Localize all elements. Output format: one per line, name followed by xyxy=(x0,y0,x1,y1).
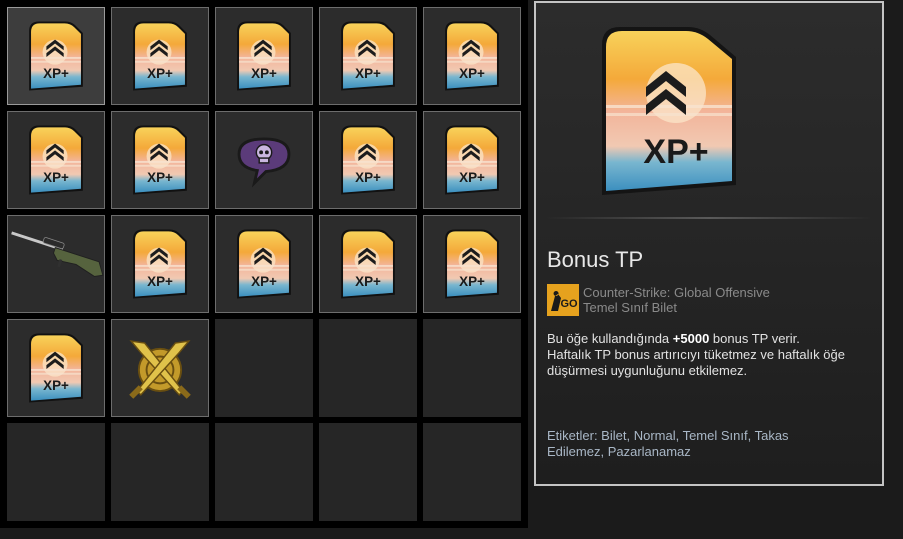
inventory-slot-xp-ticket[interactable]: XP+ xyxy=(319,7,417,105)
description-before: Bu öğe kullandığında xyxy=(547,331,673,346)
xp-ticket-label: XP+ xyxy=(459,66,485,81)
inventory-slot-xp-ticket[interactable]: XP+ xyxy=(111,7,209,105)
xp-ticket-label: XP+ xyxy=(43,66,69,81)
sniper-rifle-icon xyxy=(11,231,104,277)
xp-ticket-large-label: XP+ xyxy=(643,133,708,171)
xp-ticket-label: XP+ xyxy=(43,378,69,393)
item-detail-panel: XP+ Bonus TP GO Counter-Strike: Global O… xyxy=(534,1,884,486)
inventory-slot-empty[interactable] xyxy=(319,319,417,417)
xp-ticket-icon: XP+ xyxy=(133,21,187,91)
inventory-slot-empty[interactable] xyxy=(111,423,209,521)
inventory-slot-xp-ticket[interactable]: XP+ xyxy=(111,215,209,313)
description-line2: Haftalık TP bonus artırıcıyı tüketmez ve… xyxy=(547,347,845,378)
xp-ticket-icon: XP+ xyxy=(29,125,83,195)
xp-ticket-icon: XP+ xyxy=(237,229,291,299)
inventory-slot-xp-ticket[interactable]: XP+ xyxy=(7,111,105,209)
game-name: Counter-Strike: Global Offensive xyxy=(583,285,770,300)
xp-ticket-label: XP+ xyxy=(147,274,173,289)
xp-ticket-label: XP+ xyxy=(251,274,277,289)
inventory-slot-xp-ticket[interactable]: XP+ xyxy=(215,7,313,105)
inventory-slot-gold-crossed-knives-coin[interactable] xyxy=(111,319,209,417)
xp-ticket-icon: XP+ xyxy=(29,21,83,91)
xp-ticket-label: XP+ xyxy=(147,170,173,185)
xp-ticket-label: XP+ xyxy=(355,170,381,185)
inventory-slot-empty[interactable] xyxy=(215,423,313,521)
description-after: bonus TP verir. xyxy=(709,331,800,346)
inventory-slot-empty[interactable] xyxy=(319,423,417,521)
inventory-slot-empty[interactable] xyxy=(7,423,105,521)
inventory-slot-empty[interactable] xyxy=(423,319,521,417)
detail-divider xyxy=(546,217,872,219)
inventory-slot-xp-ticket[interactable]: XP+ xyxy=(7,7,105,105)
item-type: Temel Sınıf Bilet xyxy=(583,300,677,315)
xp-ticket-label: XP+ xyxy=(459,274,485,289)
xp-ticket-icon: XP+ xyxy=(133,125,187,195)
xp-ticket-icon: XP+ xyxy=(237,21,291,91)
xp-ticket-label: XP+ xyxy=(251,66,277,81)
gold-coin-icon xyxy=(129,340,191,399)
xp-ticket-icon: XP+ xyxy=(133,229,187,299)
inventory-slot-xp-ticket[interactable]: XP+ xyxy=(423,215,521,313)
item-name: Bonus TP xyxy=(547,247,644,272)
inventory-slot-xp-ticket[interactable]: XP+ xyxy=(423,111,521,209)
inventory-slot-xp-ticket[interactable]: XP+ xyxy=(7,319,105,417)
inventory-slot-empty[interactable] xyxy=(423,423,521,521)
inventory-slot-xp-ticket[interactable]: XP+ xyxy=(319,215,417,313)
inventory-slot-xp-ticket[interactable]: XP+ xyxy=(319,111,417,209)
skull-graffiti-icon xyxy=(237,137,291,188)
xp-ticket-label: XP+ xyxy=(355,274,381,289)
xp-ticket-icon: XP+ xyxy=(341,229,395,299)
xp-ticket-icon: XP+ xyxy=(445,229,499,299)
item-description: Bu öğe kullandığında +5000 bonus TP veri… xyxy=(547,331,867,379)
inventory-slot-xp-ticket[interactable]: XP+ xyxy=(423,7,521,105)
game-icon-label: GO xyxy=(560,298,578,310)
inventory-slot-empty[interactable] xyxy=(215,319,313,417)
inventory-grid: XP+ XP+ XP+ XP+ XP+ XP+ XP+ XP+ XP+ XP+ XP+ XP+ XP+ X… xyxy=(0,0,528,528)
inventory-slot-sniper-rifle[interactable] xyxy=(7,215,105,313)
xp-ticket-large-icon: XP+ xyxy=(602,27,736,195)
xp-ticket-label: XP+ xyxy=(355,66,381,81)
xp-ticket-icon: XP+ xyxy=(341,125,395,195)
item-tags: Etiketler: Bilet, Normal, Temel Sınıf, T… xyxy=(547,428,789,459)
xp-ticket-icon: XP+ xyxy=(341,21,395,91)
inventory-slot-skull-graffiti[interactable] xyxy=(215,111,313,209)
inventory-slot-xp-ticket[interactable]: XP+ xyxy=(215,215,313,313)
xp-ticket-label: XP+ xyxy=(43,170,69,185)
xp-ticket-icon: XP+ xyxy=(445,125,499,195)
xp-ticket-icon: XP+ xyxy=(445,21,499,91)
description-bonus-amount: +5000 xyxy=(672,331,710,346)
xp-ticket-label: XP+ xyxy=(147,66,173,81)
csgo-game-icon: GO xyxy=(547,284,579,316)
inventory-slot-xp-ticket[interactable]: XP+ xyxy=(111,111,209,209)
xp-ticket-icon: XP+ xyxy=(29,333,83,403)
xp-ticket-label: XP+ xyxy=(459,170,485,185)
